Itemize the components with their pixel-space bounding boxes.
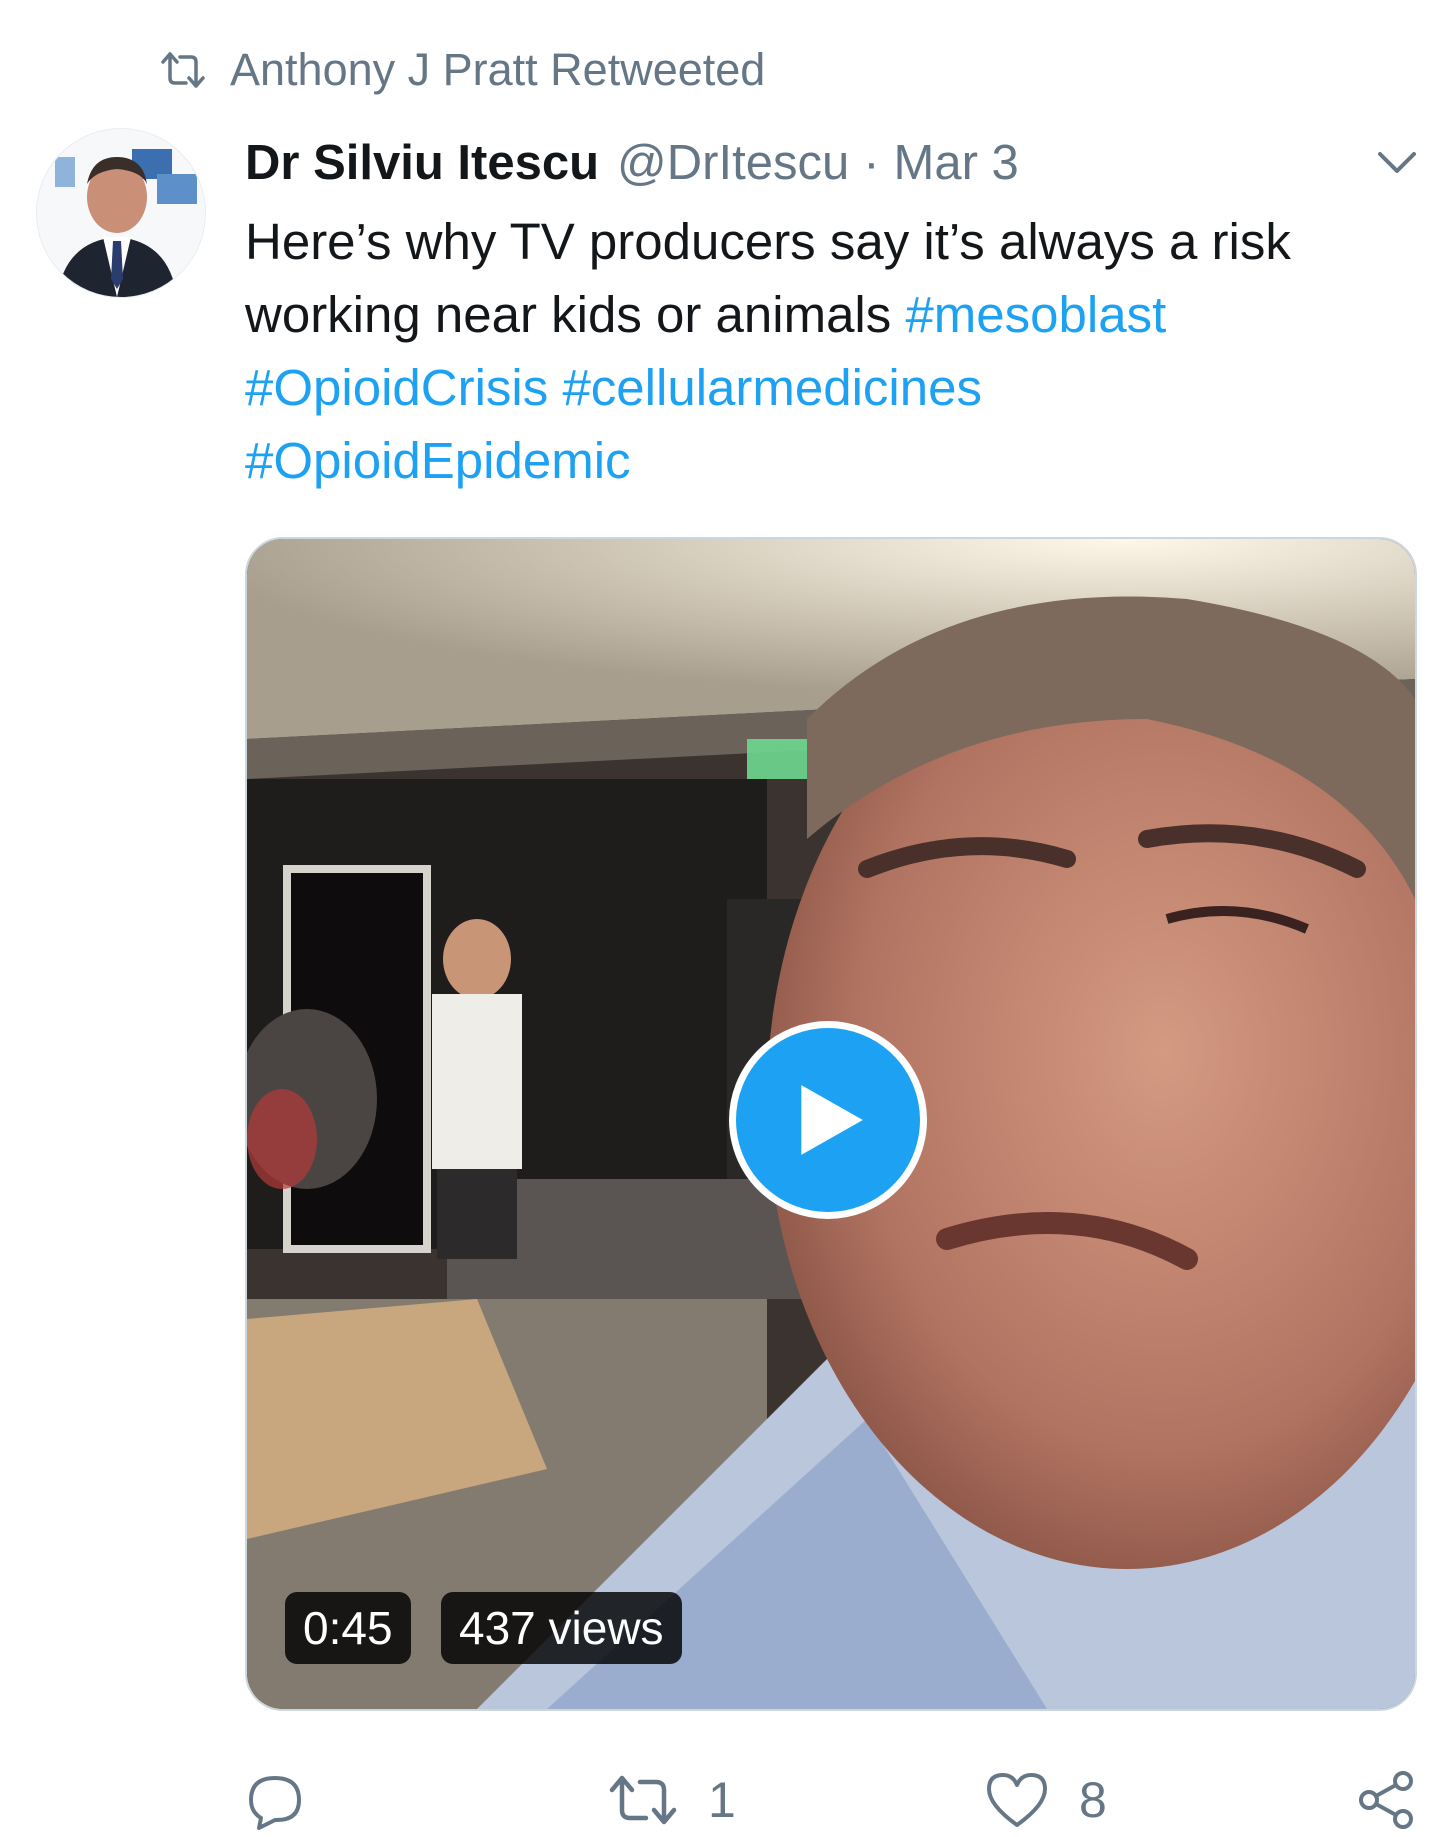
play-button[interactable]	[729, 1021, 927, 1219]
hashtag-cellularmedicines[interactable]: #cellularmedicines	[562, 359, 982, 416]
play-icon	[801, 1085, 863, 1155]
reply-icon	[249, 1776, 301, 1830]
retweet-icon	[609, 1775, 677, 1825]
heart-icon	[987, 1773, 1047, 1827]
avatar[interactable]	[36, 128, 206, 298]
tweet-date[interactable]: Mar 3	[894, 135, 1019, 191]
tweet-header: Dr Silviu Itescu @DrItescu · Mar 3	[245, 128, 1410, 198]
video-views-badge: 437 views	[441, 1592, 682, 1664]
retweet-icon	[161, 52, 205, 88]
tweet-text-line1: Here’s why TV producers say it’s always …	[245, 213, 1291, 270]
tweet-text-line2: working near kids or animals	[245, 286, 906, 343]
share-icon	[1359, 1771, 1413, 1829]
like-button[interactable]: 8	[985, 1765, 1107, 1835]
tweet-text: Here’s why TV producers say it’s always …	[245, 205, 1415, 497]
share-button[interactable]	[1355, 1765, 1417, 1835]
video-duration-badge: 0:45	[285, 1592, 411, 1664]
chevron-down-icon[interactable]	[1372, 138, 1422, 188]
hashtag-opioidcrisis[interactable]: #OpioidCrisis	[245, 359, 548, 416]
retweet-button[interactable]: 1	[608, 1765, 736, 1835]
author-handle[interactable]: @DrItescu	[617, 135, 849, 191]
hashtag-opioidepidemic[interactable]: #OpioidEpidemic	[245, 432, 631, 489]
like-count: 8	[1079, 1772, 1107, 1828]
avatar-image	[37, 129, 205, 297]
separator-dot: ·	[863, 136, 880, 190]
retweet-count: 1	[708, 1772, 736, 1828]
tweet-actions: 1 8	[245, 1765, 1420, 1835]
hashtag-mesoblast[interactable]: #mesoblast	[905, 286, 1166, 343]
author-name[interactable]: Dr Silviu Itescu	[245, 135, 599, 191]
retweet-context-label: Anthony J Pratt Retweeted	[230, 44, 766, 95]
video-player[interactable]: 0:45 437 views	[245, 537, 1417, 1711]
retweet-context[interactable]: Anthony J Pratt Retweeted	[160, 40, 765, 100]
reply-button[interactable]	[245, 1765, 305, 1835]
